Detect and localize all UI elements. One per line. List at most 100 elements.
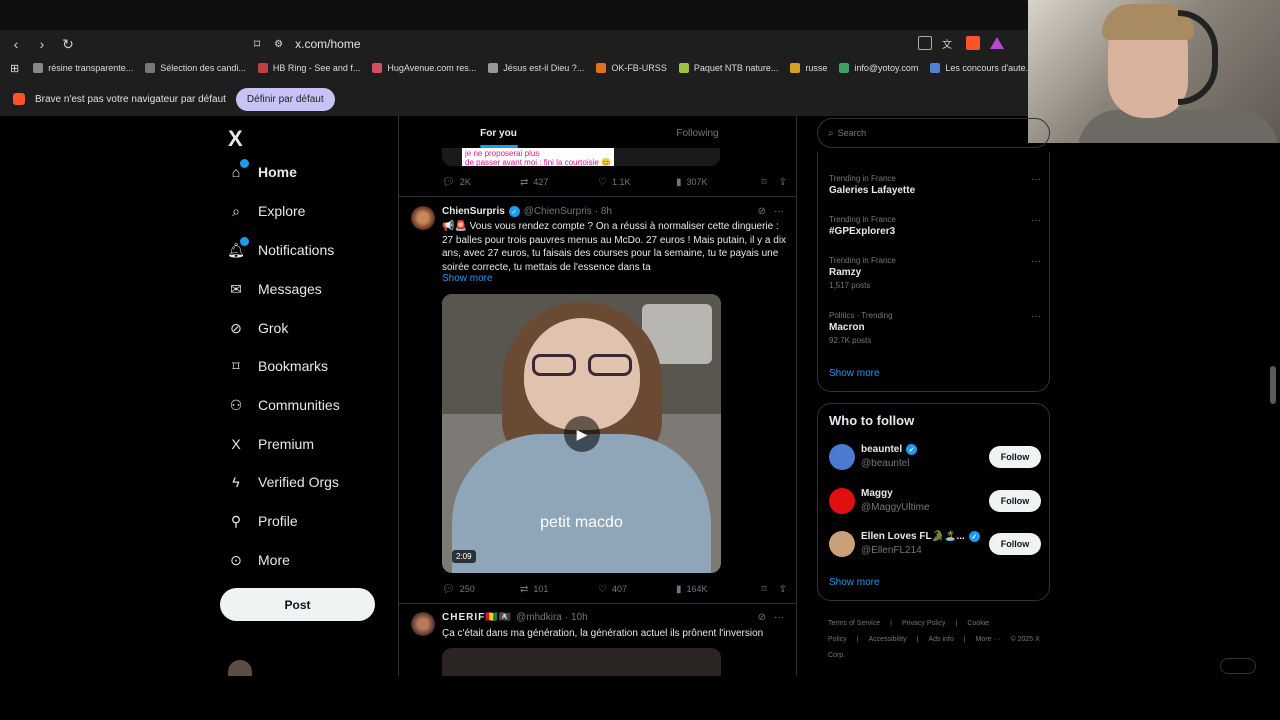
tweet-time[interactable]: · 8h [595,206,612,217]
floating-messages-button[interactable] [1220,658,1256,674]
bookmark-icon[interactable]: ⌑ [761,177,766,188]
tweet-divider [399,196,796,197]
suggested-user-name[interactable]: Ellen Loves FL🐊🏝️... ✓ [861,531,984,542]
more-options-icon[interactable]: ··· [1031,174,1041,185]
bookmark-item[interactable]: OK-FB-URSS [596,63,667,73]
suggested-user[interactable]: Ellen Loves FL🐊🏝️... ✓ @EllenFL214 Follow [829,529,1041,559]
sidebar-item-explore[interactable]: ⌕ Explore [226,201,305,221]
sidebar-item-profile[interactable]: ⚲ Profile [226,511,298,531]
bookmark-icon[interactable]: ⌑ [761,584,766,595]
share-icon[interactable]: ⇪ [779,177,787,188]
suggested-user[interactable]: Maggy @MaggyUltime Follow [829,486,1041,516]
brave-rewards-icon[interactable] [990,37,1004,49]
tweet-show-more-link[interactable]: Show more [442,273,493,284]
grok-explain-icon[interactable]: ⊘ [758,206,766,217]
share-icon[interactable]: ⇪ [779,584,787,595]
bookmark-item[interactable]: info@yotoy.com [839,63,918,73]
reply-icon: 💬︎ [442,176,455,188]
sidebar-item-verified-orgs[interactable]: ϟ Verified Orgs [226,472,339,492]
sidebar-item-communities[interactable]: ⚇ Communities [226,395,340,415]
tweet-author-name[interactable]: CHERIF🇬🇳🏴‍☠️ [442,612,512,623]
suggested-user-name[interactable]: Maggy [861,488,893,499]
who-to-follow-show-more-link[interactable]: Show more [829,577,880,588]
tweet-author-name[interactable]: ChienSurpris [442,206,505,217]
like-button[interactable]: ♡ 407 [598,584,676,595]
x-logo-icon[interactable]: X [228,126,243,152]
sidebar-item-messages[interactable]: ✉ Messages [226,279,322,299]
brave-shields-icon[interactable] [966,36,980,50]
address-bar[interactable]: ⌑ ⚙ x.com/home 文 [254,33,1004,55]
avatar[interactable] [829,444,855,470]
reload-icon[interactable]: ↻ [58,34,78,54]
trends-show-more-link[interactable]: Show more [829,368,880,379]
bookmark-item[interactable]: HB Ring - See and f... [257,63,360,73]
back-icon[interactable]: ‹ [6,34,26,54]
views-button[interactable]: ▮ 307K [676,177,754,188]
site-settings-icon[interactable]: ⚙ [274,39,283,50]
footer-link[interactable]: More ··· [976,636,1001,643]
more-options-icon[interactable]: ··· [774,206,784,217]
follow-button[interactable]: Follow [989,533,1041,555]
cast-icon[interactable] [918,36,932,50]
sidebar-item-bookmarks[interactable]: ⌑ Bookmarks [226,356,328,376]
reply-button[interactable]: 💬︎ 2K [442,177,520,188]
apps-icon[interactable]: ⊞ [10,62,19,75]
views-button[interactable]: ▮ 164K [676,584,754,595]
forward-icon[interactable]: › [32,34,52,54]
trend-context: Trending in France [829,174,896,183]
grok-explain-icon[interactable]: ⊘ [758,612,766,623]
page-scrollbar[interactable] [1270,366,1276,404]
tweet-author-handle[interactable]: @ChienSurpris [524,206,592,217]
sidebar-item-home[interactable]: ⌂ Home [226,159,297,182]
trend-item[interactable]: Trending in France #GPExplorer3 ··· [829,215,1041,237]
post-button[interactable]: Post [220,588,375,621]
avatar[interactable] [829,531,855,557]
tab-following[interactable]: Following [598,116,796,150]
bookmark-page-icon[interactable]: ⌑ [254,37,260,51]
bookmark-item[interactable]: Les concours d'aute... [930,63,1028,73]
more-options-icon[interactable]: ··· [774,612,784,623]
follow-button[interactable]: Follow [989,446,1041,468]
more-options-icon[interactable]: ··· [1031,311,1041,322]
like-button[interactable]: ♡ 1.1K [598,177,676,188]
avatar[interactable] [829,488,855,514]
tweet-time[interactable]: · 10h [565,612,588,623]
bookmark-item[interactable]: résine transparente... [33,63,133,73]
repost-button[interactable]: ⇄ 101 [520,584,598,595]
bookmark-item[interactable]: HugAvenue.com res... [372,63,476,73]
set-default-button[interactable]: Définir par défaut [235,87,335,111]
more-options-icon[interactable]: ··· [1031,215,1041,226]
more-options-icon[interactable]: ··· [1031,256,1041,267]
tab-for-you[interactable]: For you [399,116,598,150]
bookmark-item[interactable]: Jésus est-il Dieu ?... [488,63,584,73]
sidebar-item-premium[interactable]: X Premium [226,434,314,454]
bookmark-item[interactable]: russe [790,63,827,73]
footer-link[interactable]: Accessibility [869,636,907,643]
translate-icon[interactable]: 文 [942,36,956,51]
trend-item[interactable]: Trending in France Ramzy 1,517 posts ··· [829,256,1041,290]
repost-button[interactable]: ⇄ 427 [520,177,598,188]
sidebar-item-notifications[interactable]: 🔔︎ Notifications [226,237,334,260]
follow-button[interactable]: Follow [989,490,1041,512]
trend-item[interactable]: Trending in France Galeries Lafayette ··· [829,174,1041,196]
account-avatar[interactable] [228,660,252,676]
trend-item[interactable]: Politics · Trending Macron 92.7K posts ··· [829,311,1041,345]
footer-link[interactable]: Privacy Policy [902,620,946,627]
tweet-avatar[interactable] [411,206,435,230]
tweet-author-handle[interactable]: @mhdkira [516,612,562,623]
sidebar-item-grok[interactable]: ⊘ Grok [226,318,288,338]
tweet-media[interactable] [442,648,721,676]
play-icon[interactable]: ▶ [564,416,600,452]
footer-link[interactable]: Terms of Service [828,620,880,627]
sidebar-item-more[interactable]: ⊙ More [226,550,290,570]
bookmark-item[interactable]: Paquet NTB nature... [678,63,778,73]
reply-button[interactable]: 💬︎ 250 [442,584,520,595]
search-input[interactable]: ⌕ Search [817,118,1050,148]
suggested-user[interactable]: beauntel ✓ @beauntel Follow [829,442,1041,472]
bookmark-item[interactable]: Sélection des candi... [145,63,246,73]
tweet-video[interactable]: ▶ petit macdo 2:09 [442,294,721,573]
tweet-avatar[interactable] [411,612,435,636]
previous-tweet-media[interactable]: je ne proposerai plus de passer avant mo… [442,148,720,166]
suggested-user-name[interactable]: beauntel ✓ [861,444,921,455]
footer-link[interactable]: Ads info [928,636,953,643]
